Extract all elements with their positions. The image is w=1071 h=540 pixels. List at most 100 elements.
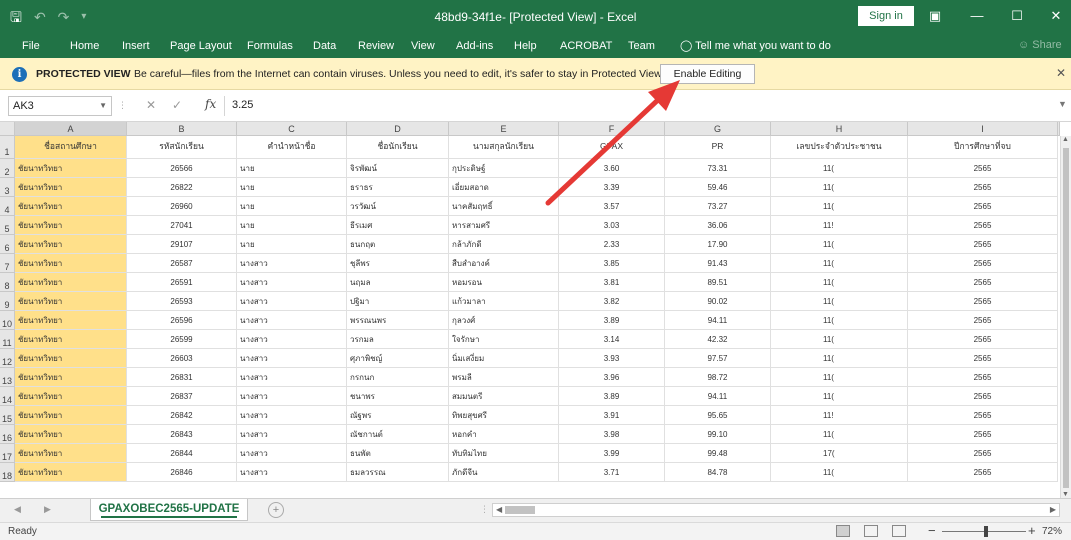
column-header-a[interactable]: A bbox=[15, 122, 127, 136]
grid-cell[interactable]: พรรณนพร bbox=[347, 311, 449, 330]
grid-cell[interactable]: 2565 bbox=[908, 330, 1058, 349]
column-header-f[interactable]: F bbox=[559, 122, 665, 136]
grid-cell[interactable]: กรกนก bbox=[347, 368, 449, 387]
grid-cell[interactable]: 26846 bbox=[127, 463, 237, 482]
grid-cell[interactable]: นางสาว bbox=[237, 349, 347, 368]
grid-cell[interactable]: 11( bbox=[771, 330, 908, 349]
grid-cell[interactable]: 2565 bbox=[908, 273, 1058, 292]
grid-cell[interactable]: 2565 bbox=[908, 178, 1058, 197]
row-header[interactable]: 8 bbox=[0, 273, 15, 292]
grid-cell[interactable]: ชัยนาทวิทยา bbox=[15, 406, 127, 425]
row-header[interactable]: 16 bbox=[0, 425, 15, 444]
grid-cell[interactable]: 3.91 bbox=[559, 406, 665, 425]
column-header-b[interactable]: B bbox=[127, 122, 237, 136]
grid-cell[interactable]: ชัยนาทวิทยา bbox=[15, 387, 127, 406]
grid-cell[interactable]: ณัชกานต์ bbox=[347, 425, 449, 444]
column-header-d[interactable]: D bbox=[347, 122, 449, 136]
grid-cell[interactable]: ชัยนาทวิทยา bbox=[15, 311, 127, 330]
grid-cell[interactable]: ศุภาพิชญ์ bbox=[347, 349, 449, 368]
grid-cell[interactable]: 11! bbox=[771, 216, 908, 235]
grid-cell[interactable]: ชัยนาทวิทยา bbox=[15, 349, 127, 368]
grid-cell[interactable]: 26843 bbox=[127, 425, 237, 444]
tab-insert[interactable]: Insert bbox=[122, 39, 150, 53]
grid-cell[interactable]: 73.27 bbox=[665, 197, 771, 216]
scroll-up-icon[interactable]: ▲ bbox=[1062, 136, 1069, 143]
row-header[interactable]: 15 bbox=[0, 406, 15, 425]
grid-cell[interactable]: 11( bbox=[771, 197, 908, 216]
grid-cell[interactable]: 3.57 bbox=[559, 197, 665, 216]
grid-cell[interactable]: ภักดีจีน bbox=[449, 463, 559, 482]
grid-cell[interactable]: 3.89 bbox=[559, 387, 665, 406]
row-header[interactable]: 18 bbox=[0, 463, 15, 482]
enable-editing-button[interactable]: Enable Editing bbox=[660, 64, 755, 84]
tab-review[interactable]: Review bbox=[358, 39, 394, 53]
cancel-icon[interactable]: ✕ bbox=[146, 98, 156, 112]
grid-cell[interactable]: 2565 bbox=[908, 463, 1058, 482]
insert-function-button[interactable]: fx bbox=[205, 97, 216, 111]
grid-cell[interactable]: จิรพัฒน์ bbox=[347, 159, 449, 178]
grid-cell[interactable]: เอี่ยมสอาด bbox=[449, 178, 559, 197]
row-header[interactable]: 1 bbox=[0, 136, 15, 159]
grid-cell[interactable]: 2565 bbox=[908, 292, 1058, 311]
grid-cell[interactable]: 3.99 bbox=[559, 444, 665, 463]
grid-cell[interactable]: 11( bbox=[771, 235, 908, 254]
grid-cell[interactable]: 11( bbox=[771, 463, 908, 482]
grid-cell[interactable]: 3.71 bbox=[559, 463, 665, 482]
grid-cell[interactable]: 11( bbox=[771, 178, 908, 197]
grid-cell[interactable]: 3.93 bbox=[559, 349, 665, 368]
row-header[interactable]: 2 bbox=[0, 159, 15, 178]
grid-cell[interactable]: นาย bbox=[237, 197, 347, 216]
vertical-scrollbar[interactable]: ▲ ▼ bbox=[1060, 136, 1071, 498]
grid-cell[interactable]: 26587 bbox=[127, 254, 237, 273]
minimize-icon[interactable]: — bbox=[964, 6, 990, 26]
grid-cell[interactable]: นาย bbox=[237, 216, 347, 235]
grid-cell[interactable]: ชัยนาทวิทยา bbox=[15, 368, 127, 387]
zoom-in-button[interactable]: + bbox=[1028, 523, 1036, 538]
grid-cell[interactable]: ธนกฤต bbox=[347, 235, 449, 254]
grid-cell[interactable]: 98.72 bbox=[665, 368, 771, 387]
grid-cell[interactable]: 29107 bbox=[127, 235, 237, 254]
grid-cell[interactable]: ชนาพร bbox=[347, 387, 449, 406]
grid-cell[interactable]: นิ่มเสงี่ยม bbox=[449, 349, 559, 368]
grid-cell[interactable]: 26566 bbox=[127, 159, 237, 178]
row-header[interactable]: 5 bbox=[0, 216, 15, 235]
select-all-corner[interactable] bbox=[0, 122, 15, 136]
grid-cell[interactable]: 2565 bbox=[908, 368, 1058, 387]
page-layout-view-icon[interactable] bbox=[864, 525, 878, 537]
grid-cell[interactable]: นางสาว bbox=[237, 273, 347, 292]
grid-cell[interactable]: 2565 bbox=[908, 406, 1058, 425]
grid-cell[interactable]: 95.65 bbox=[665, 406, 771, 425]
grid-cell[interactable]: นางสาว bbox=[237, 311, 347, 330]
grid-cell[interactable]: กล้าภักดี bbox=[449, 235, 559, 254]
share-button[interactable]: ☺ Share bbox=[1018, 39, 1062, 51]
scroll-thumb[interactable] bbox=[505, 506, 535, 514]
grid-cell[interactable]: 94.11 bbox=[665, 311, 771, 330]
grid-cell[interactable]: 3.39 bbox=[559, 178, 665, 197]
ribbon-display-options-icon[interactable]: ▣ bbox=[922, 6, 948, 26]
grid-cell[interactable]: 26822 bbox=[127, 178, 237, 197]
column-header-i[interactable]: I bbox=[908, 122, 1058, 136]
grid-cell[interactable]: แก้วมาลา bbox=[449, 292, 559, 311]
grid-cell[interactable]: 97.57 bbox=[665, 349, 771, 368]
grid-cell[interactable]: 11( bbox=[771, 311, 908, 330]
header-cell[interactable]: ชื่อสถานศึกษา bbox=[15, 136, 127, 159]
check-icon[interactable]: ✓ bbox=[172, 98, 182, 112]
grid-cell[interactable]: 2565 bbox=[908, 197, 1058, 216]
tab-add-ins[interactable]: Add-ins bbox=[456, 39, 493, 53]
name-box[interactable]: AK3 ▼ bbox=[8, 96, 112, 116]
grid-cell[interactable]: 11( bbox=[771, 349, 908, 368]
grid-cell[interactable]: 3.14 bbox=[559, 330, 665, 349]
zoom-out-button[interactable]: − bbox=[928, 523, 936, 538]
sign-in-button[interactable]: Sign in bbox=[858, 6, 914, 26]
grid-cell[interactable]: 26603 bbox=[127, 349, 237, 368]
grid-cell[interactable]: ชัยนาทวิทยา bbox=[15, 292, 127, 311]
grid-cell[interactable]: 11( bbox=[771, 292, 908, 311]
grid-cell[interactable]: นางสาว bbox=[237, 444, 347, 463]
grid-cell[interactable]: 11( bbox=[771, 368, 908, 387]
add-sheet-button[interactable]: + bbox=[268, 502, 284, 518]
row-header[interactable]: 3 bbox=[0, 178, 15, 197]
header-cell[interactable]: เลขประจำตัวประชาชน bbox=[771, 136, 908, 159]
close-icon[interactable]: ✕ bbox=[1056, 66, 1066, 80]
scroll-right-icon[interactable]: ▶ bbox=[1050, 504, 1056, 516]
header-cell[interactable]: คำนำหน้าชื่อ bbox=[237, 136, 347, 159]
